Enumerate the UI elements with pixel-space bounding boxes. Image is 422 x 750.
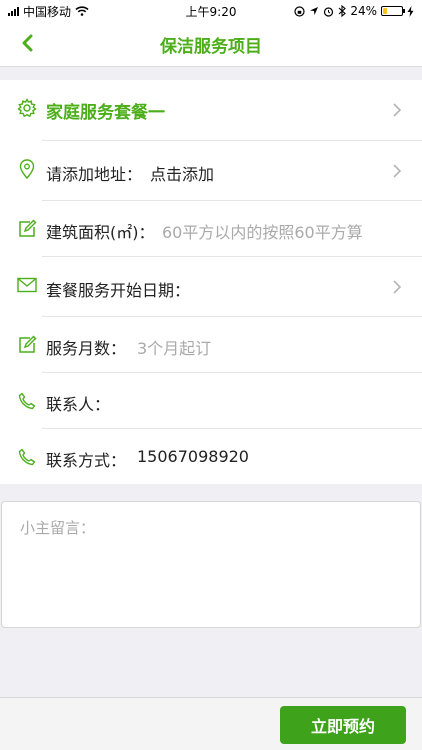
- phone-input[interactable]: 15067098920: [137, 447, 249, 466]
- chevron-right-icon: [393, 280, 402, 294]
- contact-label: 联系人：: [46, 395, 111, 414]
- battery-icon: [381, 6, 405, 16]
- envelope-icon: [17, 275, 37, 295]
- chevron-left-icon: [22, 34, 33, 52]
- message-placeholder: 小主留言：: [20, 519, 96, 537]
- location-arrow-icon: [310, 7, 319, 15]
- nav-bar: 保洁服务项目: [0, 22, 422, 67]
- phone-row: 联系方式： 15067098920: [0, 429, 422, 484]
- alarm-icon: [324, 6, 334, 17]
- lock-rotation-icon: [294, 5, 305, 17]
- book-now-button[interactable]: 立即预约: [280, 706, 406, 744]
- signal-icon: [8, 6, 19, 16]
- edit-icon: [17, 219, 37, 239]
- package-row[interactable]: 家庭服务套餐一: [0, 80, 422, 141]
- edit-icon: [17, 335, 37, 355]
- status-left: 中国移动: [8, 3, 89, 20]
- months-row: 服务月数： 3个月起订: [0, 317, 422, 373]
- location-pin-icon: [17, 159, 37, 179]
- area-row: 建筑面积(㎡)： 60平方以内的按照60平方算: [0, 201, 422, 257]
- status-bar: 中国移动 上午9:20 24%: [0, 0, 422, 22]
- chevron-right-icon: [393, 164, 402, 178]
- bluetooth-icon: [338, 5, 347, 17]
- contact-row: 联系人：: [0, 373, 422, 429]
- area-input[interactable]: 60平方以内的按照60平方算: [162, 219, 363, 243]
- bottom-bar: 立即预约: [0, 697, 422, 750]
- page-title: 保洁服务项目: [160, 36, 262, 57]
- chevron-right-icon: [393, 103, 402, 117]
- add-address-link[interactable]: 点击添加: [150, 161, 214, 185]
- message-textarea[interactable]: 小主留言：: [1, 501, 421, 628]
- charging-icon: [407, 5, 414, 17]
- wifi-icon: [75, 6, 89, 16]
- gear-icon: [17, 98, 37, 118]
- start-date-label: 套餐服务开始日期：: [46, 281, 191, 300]
- area-label: 建筑面积(㎡)：: [46, 223, 155, 242]
- carrier-label: 中国移动: [23, 4, 72, 19]
- address-row[interactable]: 请添加地址： 点击添加: [0, 141, 422, 201]
- address-label: 请添加地址：: [46, 165, 143, 184]
- months-label: 服务月数：: [46, 339, 127, 358]
- phone-icon: [17, 391, 37, 411]
- months-input[interactable]: 3个月起订: [137, 335, 211, 359]
- phone-label: 联系方式：: [46, 451, 127, 470]
- phone-icon: [17, 447, 37, 467]
- order-form: 家庭服务套餐一 请添加地址： 点击添加 建筑面积(㎡)： 60平方以内的按照60…: [0, 80, 422, 484]
- package-label: 家庭服务套餐一: [46, 103, 165, 123]
- start-date-row[interactable]: 套餐服务开始日期：: [0, 257, 422, 317]
- battery-percent: 24%: [350, 4, 377, 18]
- status-right: 24%: [294, 4, 414, 18]
- back-button[interactable]: [12, 28, 42, 58]
